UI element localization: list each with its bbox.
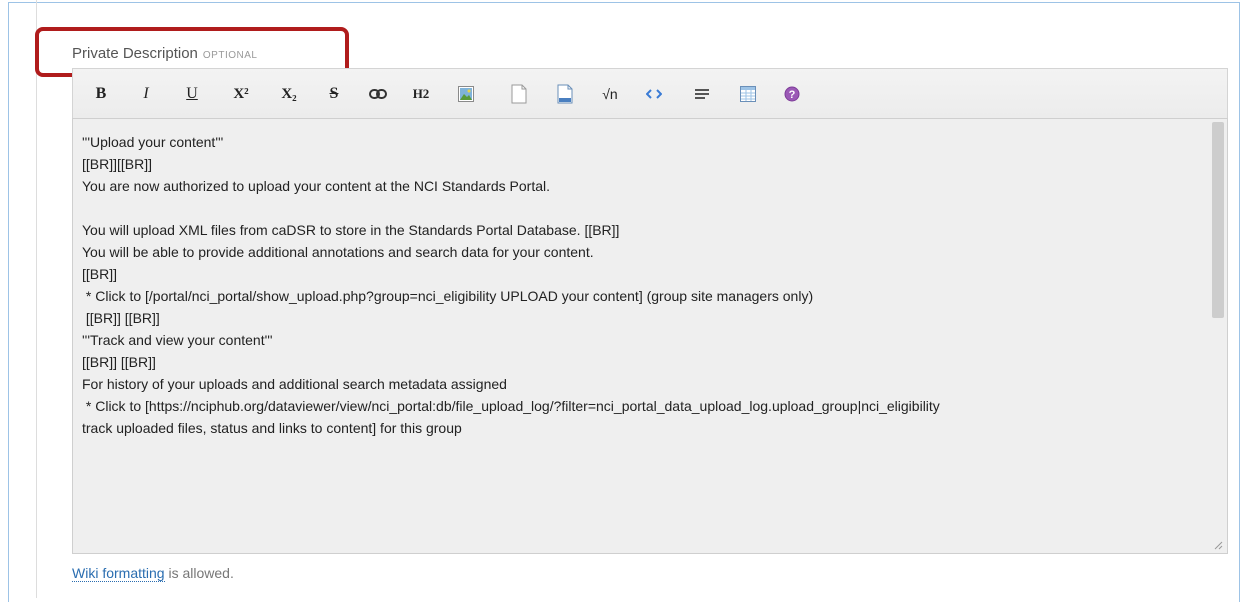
image-button[interactable]: [455, 83, 477, 105]
subscript-button[interactable]: X₂: [276, 83, 302, 105]
horizontal-rule-button[interactable]: [691, 83, 713, 105]
hint-suffix: is allowed.: [164, 565, 234, 581]
content-divider: [36, 0, 37, 598]
textarea-content: '''Upload your content''' [[BR]][[BR]] Y…: [82, 134, 940, 436]
image-icon: [458, 86, 474, 103]
heading-glyph: H2: [412, 86, 430, 101]
svg-text:?: ?: [789, 89, 796, 101]
resize-grip-icon[interactable]: [1213, 540, 1223, 550]
italic-glyph: I: [143, 85, 149, 102]
code-icon: [645, 89, 663, 100]
superscript-button[interactable]: X²: [228, 83, 254, 105]
help-button[interactable]: ?: [781, 83, 803, 105]
subscript-glyph: X₂: [281, 86, 297, 102]
file-icon: [511, 84, 527, 104]
bold-button[interactable]: B: [91, 83, 111, 105]
document-button[interactable]: [555, 83, 575, 105]
bold-glyph: B: [95, 85, 107, 102]
description-textarea[interactable]: '''Upload your content''' [[BR]][[BR]] Y…: [72, 118, 1228, 554]
vertical-scrollbar[interactable]: [1209, 119, 1227, 553]
link-button[interactable]: [367, 83, 389, 105]
code-button[interactable]: [643, 83, 665, 105]
document-icon: [557, 84, 573, 104]
math-button[interactable]: √n: [599, 83, 621, 105]
hr-icon: [695, 89, 709, 100]
superscript-glyph: X²: [233, 86, 249, 102]
underline-button[interactable]: U: [183, 83, 201, 105]
italic-button[interactable]: I: [137, 83, 155, 105]
link-icon: [369, 89, 387, 100]
heading-button[interactable]: H2: [409, 83, 433, 105]
scrollbar-thumb[interactable]: [1212, 122, 1224, 318]
strikethrough-glyph: S: [329, 85, 339, 102]
table-icon: [740, 86, 756, 103]
help-icon: ?: [784, 86, 800, 102]
wiki-formatting-link[interactable]: Wiki formatting: [72, 565, 165, 582]
wiki-toolbar: B I U X² X₂ S H2 √n ?: [72, 68, 1228, 118]
strikethrough-button[interactable]: S: [325, 83, 343, 105]
underline-glyph: U: [186, 85, 198, 102]
table-button[interactable]: [737, 83, 759, 105]
file-button[interactable]: [509, 83, 529, 105]
math-glyph: √n: [602, 86, 618, 102]
formatting-hint: Wiki formatting is allowed.: [72, 565, 234, 582]
